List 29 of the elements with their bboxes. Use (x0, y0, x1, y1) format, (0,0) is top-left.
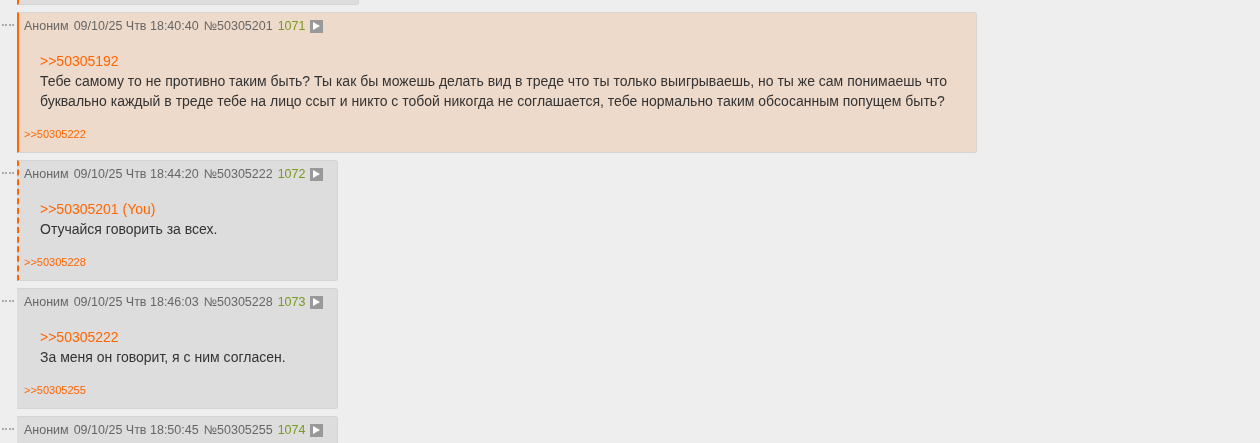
post-number[interactable]: №50305222 (203, 165, 273, 183)
post-date: 09/10/25 Чтв 18:46:03 (73, 294, 199, 311)
play-icon[interactable] (310, 19, 324, 33)
quote-link[interactable]: >>50305222 (40, 327, 324, 347)
post-date: 09/10/25 Чтв 18:50:45 (73, 422, 199, 439)
author-name: Аноним (24, 18, 69, 35)
post-index: 1071 (277, 18, 306, 35)
post-text: Тебе самому то не противно таким быть? Ты как бы можешь делать вид в треде что ты только выигрываешь, но ты же сам понимаешь что буквально каждый в треде тебе на лицо ссыт и никто с тобой никогда не соглашается, тебе нормально таким обсосанным попущем быть? (40, 72, 948, 111)
post-date: 09/10/25 Чтв 18:40:40 (73, 18, 199, 35)
post-number[interactable]: №50305255 (203, 421, 273, 439)
post-index: 1072 (277, 166, 306, 183)
reply-link[interactable]: >>50305228 (24, 255, 86, 269)
post-text: За меня он говорит, я с ним согласен. (40, 348, 287, 367)
play-icon[interactable] (310, 423, 324, 437)
author-name: Аноним (24, 166, 69, 183)
post-index: 1073 (277, 294, 306, 311)
post-text: Отучайся говорить за всех. (40, 220, 219, 239)
reply-link[interactable]: >>50305222 (24, 127, 86, 141)
post-index: 1074 (277, 422, 306, 439)
reply-link[interactable]: >>50305255 (24, 383, 86, 397)
author-name: Аноним (24, 294, 69, 311)
quote-link[interactable]: >>50305201 (You) (40, 199, 324, 219)
author-name: Аноним (24, 422, 69, 439)
post-number[interactable]: №50305228 (203, 293, 273, 311)
quote-link[interactable]: >>50305192 (40, 51, 962, 71)
post-number[interactable]: №50305201 (203, 17, 273, 35)
play-icon[interactable] (310, 295, 324, 309)
post-date: 09/10/25 Чтв 18:44:20 (73, 166, 199, 183)
play-icon[interactable] (310, 167, 324, 181)
